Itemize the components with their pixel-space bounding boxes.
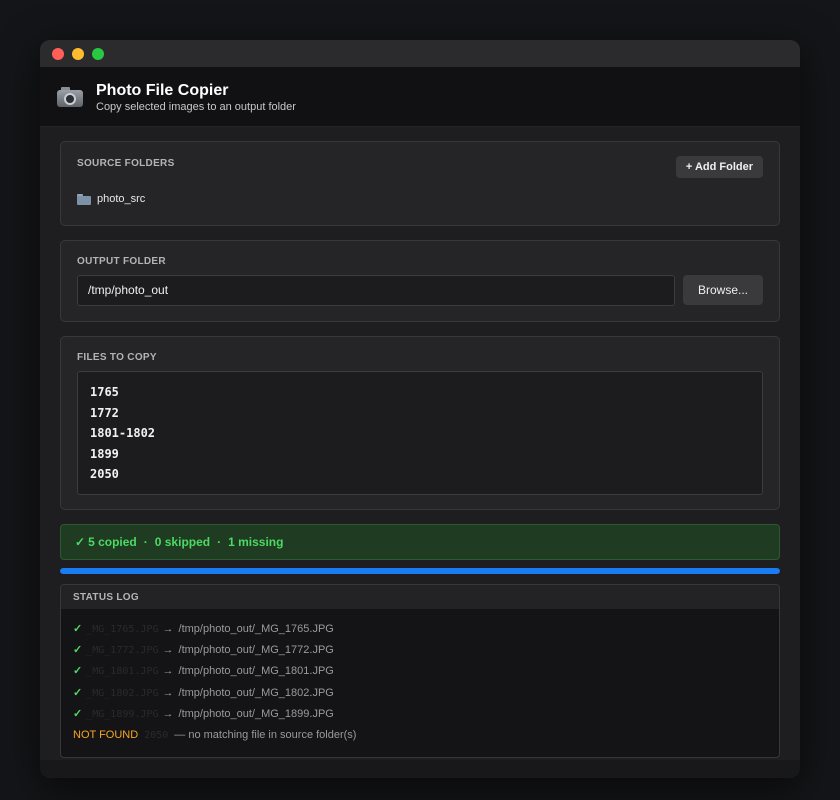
check-icon: ✓	[73, 665, 83, 678]
not-found-status: NOT FOUND	[73, 728, 139, 741]
file-entry: 1772	[90, 405, 119, 420]
camera-icon	[56, 85, 86, 109]
arrow-icon: →	[162, 665, 174, 678]
log-entry: ✓ _MG_1772.JPG → /tmp/photo_out/_MG_1772.J…	[73, 640, 767, 661]
source-folder-item[interactable]: photo_src	[77, 193, 763, 205]
skipped-count: 0 skipped	[154, 535, 211, 549]
output-folder-panel: OUTPUT FOLDER /tmp/photo_out Browse...	[60, 240, 780, 322]
status-log-body: ✓ _MG_1765.JPG → /tmp/photo_out/_MG_1765.J…	[61, 609, 779, 756]
log-entry: ✓ _MG_1802.JPG → /tmp/photo_out/_MG_1802.J…	[73, 683, 767, 704]
files-to-copy-panel: FILES TO COPY 1765 1772 1801-1802 1899 2…	[60, 336, 780, 510]
missing-count: 1 missing	[228, 535, 284, 549]
arrow-icon: →	[162, 707, 174, 720]
log-source-file: _MG_1899.JPG	[86, 708, 159, 720]
output-folder-label: OUTPUT FOLDER	[77, 256, 166, 267]
file-entry: 1765	[90, 385, 119, 399]
progress-bar-fill	[60, 568, 780, 574]
copied-count: 5 copied	[88, 535, 137, 549]
app-subtitle: Copy selected images to an output folder	[96, 100, 296, 113]
arrow-icon: →	[162, 623, 174, 635]
output-folder-field[interactable]: /tmp/photo_out	[77, 275, 675, 306]
check-icon: ✓	[73, 623, 83, 635]
file-entry: 1801-1802	[90, 426, 156, 440]
status-log-label: STATUS LOG	[61, 585, 779, 609]
file-entry: 2050	[90, 467, 119, 481]
log-source-file: _MG_1801.JPG	[86, 666, 159, 678]
title-bar	[40, 40, 800, 67]
log-destination: /tmp/photo_out/_MG_1899.JPG	[178, 707, 334, 720]
app-header: Photo File Copier Copy selected images t…	[40, 67, 800, 127]
separator: ·	[143, 535, 148, 549]
add-folder-button[interactable]: + Add Folder	[675, 156, 763, 178]
separator: ·	[217, 535, 222, 549]
progress-bar	[60, 568, 780, 574]
check-icon: ✓	[73, 686, 83, 699]
folder-icon	[77, 193, 91, 205]
summary-banner: ✓ 5 copied · 0 skipped · 1 missing	[60, 524, 780, 560]
app-title: Photo File Copier	[96, 81, 229, 99]
not-found-number: 2050	[144, 729, 169, 741]
check-icon: ✓	[73, 707, 83, 720]
log-entry: ✓ _MG_1765.JPG → /tmp/photo_out/_MG_1765.J…	[73, 619, 767, 640]
log-source-file: _MG_1772.JPG	[86, 645, 159, 657]
status-log-panel: STATUS LOG ✓ _MG_1765.JPG → /tmp/photo_out…	[60, 584, 780, 758]
check-icon: ✓	[75, 535, 86, 549]
log-source-file: _MG_1765.JPG	[86, 624, 159, 635]
log-source-file: _MG_1802.JPG	[86, 687, 159, 699]
browse-button[interactable]: Browse...	[683, 275, 763, 305]
file-entry: 1899	[90, 446, 119, 461]
window-footer	[40, 760, 800, 778]
files-to-copy-textarea[interactable]: 1765 1772 1801-1802 1899 2050	[77, 371, 763, 495]
not-found-message: — no matching file in source folder(s)	[174, 728, 357, 741]
source-folders-panel: SOURCE FOLDERS + Add Folder photo_src	[60, 141, 780, 226]
log-entry: ✓ _MG_1801.JPG → /tmp/photo_out/_MG_1801.J…	[73, 661, 767, 682]
log-entry-not-found: NOT FOUND 2050 — no matching file in sourc…	[73, 725, 767, 746]
arrow-icon: →	[162, 644, 174, 657]
log-destination: /tmp/photo_out/_MG_1772.JPG	[178, 644, 334, 657]
check-icon: ✓	[73, 644, 83, 657]
log-destination: /tmp/photo_out/_MG_1765.JPG	[178, 623, 334, 635]
app-window: Photo File Copier Copy selected images t…	[40, 40, 800, 778]
log-destination: /tmp/photo_out/_MG_1802.JPG	[178, 686, 334, 699]
maximize-window-button[interactable]	[92, 47, 104, 60]
log-destination: /tmp/photo_out/_MG_1801.JPG	[178, 665, 334, 678]
minimize-window-button[interactable]	[72, 47, 84, 60]
files-to-copy-label: FILES TO COPY	[77, 352, 157, 363]
source-folders-label: SOURCE FOLDERS	[77, 158, 175, 169]
source-folder-name: photo_src	[97, 193, 146, 205]
arrow-icon: →	[162, 686, 174, 699]
close-window-button[interactable]	[52, 47, 64, 60]
log-entry: ✓ _MG_1899.JPG → /tmp/photo_out/_MG_1899.J…	[73, 704, 767, 725]
